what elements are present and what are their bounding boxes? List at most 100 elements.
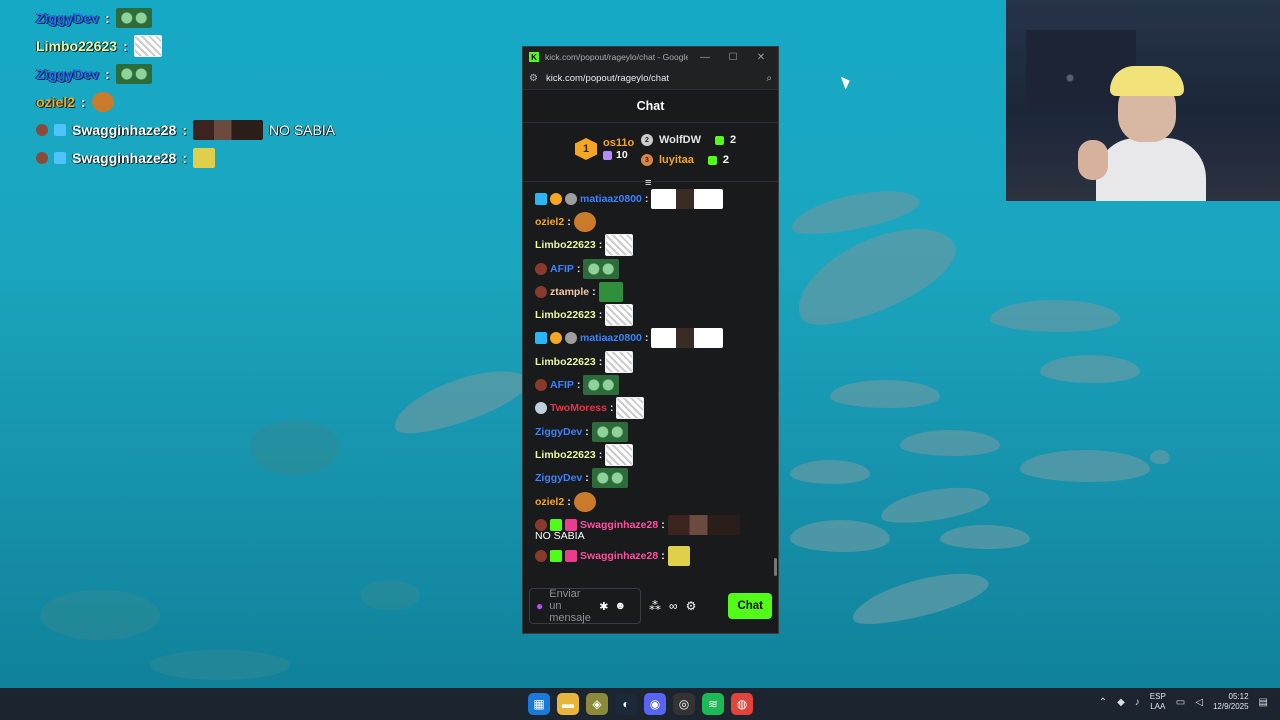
settings-gear-icon[interactable]: ⚙ — [686, 599, 697, 613]
emote-image[interactable] — [605, 443, 634, 466]
emote-image[interactable] — [605, 234, 634, 257]
emoji-icon[interactable]: ☻ — [614, 600, 626, 612]
chat-scrollbar[interactable] — [774, 558, 777, 576]
clock-time: 05:12 — [1228, 692, 1249, 701]
overlay-colon: : — [182, 122, 187, 138]
kicks-icon[interactable]: ⁂ — [649, 599, 661, 613]
chat-colon: : — [576, 262, 581, 275]
emote-image[interactable] — [591, 468, 628, 489]
overlay-colon: : — [122, 38, 128, 54]
emote-image[interactable] — [667, 514, 740, 535]
emote-image[interactable] — [605, 304, 634, 327]
leader-3-name[interactable]: luyitaa — [659, 154, 694, 166]
leader-3-count: 2 — [722, 154, 729, 166]
emote-image[interactable] — [573, 491, 596, 512]
emote-image[interactable] — [591, 421, 628, 442]
address-bar[interactable]: ⚙ kick.com/popout/rageylo/chat ⌕ — [523, 67, 778, 90]
taskbar: ▦ ▬ ◈ ◐ ◉ ◎ ≋ ◍ ⌃ ◆ ♪ ESP LAA ▭ ◁ 05:12 … — [0, 688, 1280, 720]
file-explorer-icon[interactable]: ▬ — [557, 693, 579, 715]
microphone-icon[interactable]: ● — [536, 599, 543, 613]
emote-image[interactable] — [651, 328, 724, 349]
emote-image[interactable] — [583, 375, 620, 396]
security-icon[interactable]: ◆ — [1117, 697, 1125, 708]
chat-username[interactable]: Limbo22623 — [535, 356, 596, 368]
obs-icon[interactable]: ◎ — [673, 693, 695, 715]
rank-badge-icon — [550, 332, 562, 345]
leader-2-name[interactable]: WolfDW — [659, 134, 701, 146]
user-badge-icon — [54, 152, 66, 164]
spotify-icon[interactable]: ≋ — [702, 693, 724, 715]
chat-username[interactable]: AFIP — [550, 379, 574, 391]
chat-username[interactable]: AFIP — [550, 263, 574, 275]
emote-image[interactable] — [616, 397, 645, 420]
network-icon[interactable]: ▭ — [1176, 697, 1185, 708]
overlay-chat-row: ZiggyDev: — [36, 60, 335, 88]
emote-image[interactable] — [573, 211, 596, 232]
infinity-icon[interactable]: ∞ — [669, 599, 678, 613]
mouse-cursor-icon — [840, 74, 853, 90]
chat-message: matiaaz0800: — [523, 187, 773, 210]
show-hidden-icons-icon[interactable]: ⌃ — [1099, 697, 1107, 708]
chat-colon: : — [644, 332, 649, 345]
chat-username[interactable]: ZiggyDev — [535, 472, 582, 484]
start-button-icon[interactable]: ▦ — [528, 693, 550, 715]
emote-image — [133, 35, 162, 57]
emote-image[interactable] — [651, 188, 724, 209]
message-input[interactable]: ● Enviar un mensaje ✱ ☻ — [529, 588, 641, 624]
chat-colon: : — [644, 192, 649, 205]
chat-username[interactable]: Swagginhaze28 — [580, 550, 658, 562]
overlay-chat-row: ZiggyDev: — [36, 4, 335, 32]
chat-username[interactable]: Limbo22623 — [535, 309, 596, 321]
game-app-icon[interactable]: ◈ — [586, 693, 608, 715]
chat-username[interactable]: Swagginhaze28 — [580, 519, 658, 531]
send-chat-button[interactable]: Chat — [728, 593, 772, 619]
leader-1-count: 10 — [616, 149, 628, 161]
chat-username[interactable]: Limbo22623 — [535, 239, 596, 251]
overlay-username: ZiggyDev — [36, 66, 100, 82]
chat-username[interactable]: ZiggyDev — [535, 426, 582, 438]
microphone-tray-icon[interactable]: ♪ — [1135, 697, 1140, 708]
chrome-icon[interactable]: ◍ — [731, 693, 753, 715]
mask-badge-icon — [535, 262, 547, 275]
close-button[interactable]: ✕ — [750, 52, 772, 63]
emote-image[interactable] — [598, 281, 623, 302]
gift-icon — [707, 155, 717, 165]
chat-username[interactable]: matiaaz0800 — [580, 332, 642, 344]
maximize-button[interactable]: ☐ — [722, 52, 744, 63]
chat-username[interactable]: Limbo22623 — [535, 449, 596, 461]
minimize-button[interactable]: — — [694, 52, 716, 63]
chat-message: Swagginhaze28: — [523, 544, 773, 567]
url-text[interactable]: kick.com/popout/rageylo/chat — [546, 73, 758, 84]
emote-image[interactable] — [583, 258, 620, 279]
kick-emote-icon[interactable]: ✱ — [599, 600, 608, 613]
steam-icon[interactable]: ◐ — [615, 693, 637, 715]
language-indicator[interactable]: ESP LAA — [1150, 692, 1166, 712]
notifications-icon[interactable]: ▤ — [1259, 697, 1268, 708]
chat-username[interactable]: matiaaz0800 — [580, 193, 642, 205]
discord-icon[interactable]: ◉ — [644, 693, 666, 715]
gift-icon — [603, 150, 612, 160]
emote-image[interactable] — [667, 546, 690, 567]
chat-username[interactable]: oziel2 — [535, 496, 564, 508]
user-badge-icon — [36, 124, 48, 136]
chat-username[interactable]: TwoMoress — [550, 402, 607, 414]
mask-badge-icon — [535, 518, 547, 531]
leader-1-name[interactable]: os11o — [603, 137, 634, 149]
site-settings-icon[interactable]: ⚙ — [529, 73, 538, 84]
chat-colon: : — [592, 285, 596, 298]
chat-message: Limbo22623: — [523, 303, 773, 327]
overlay-username: Swagginhaze28 — [72, 122, 177, 138]
overlay-username: oziel2 — [36, 94, 75, 110]
chat-username[interactable]: oziel2 — [535, 216, 564, 228]
emote-image[interactable] — [605, 350, 634, 373]
emote-image — [115, 64, 152, 84]
volume-icon[interactable]: ◁ — [1195, 697, 1203, 708]
zoom-icon[interactable]: ⌕ — [766, 73, 772, 84]
overlay-colon: : — [182, 150, 187, 166]
chat-username[interactable]: ztample — [550, 286, 589, 298]
overlay-message-text: NO SABIA — [268, 122, 336, 138]
clock[interactable]: 05:12 12/9/2025 — [1213, 692, 1249, 712]
overlay-chat-row: Swagginhaze28: NO SABIA — [36, 116, 335, 144]
gray-badge-icon — [565, 332, 577, 345]
chat-colon: : — [576, 379, 581, 392]
